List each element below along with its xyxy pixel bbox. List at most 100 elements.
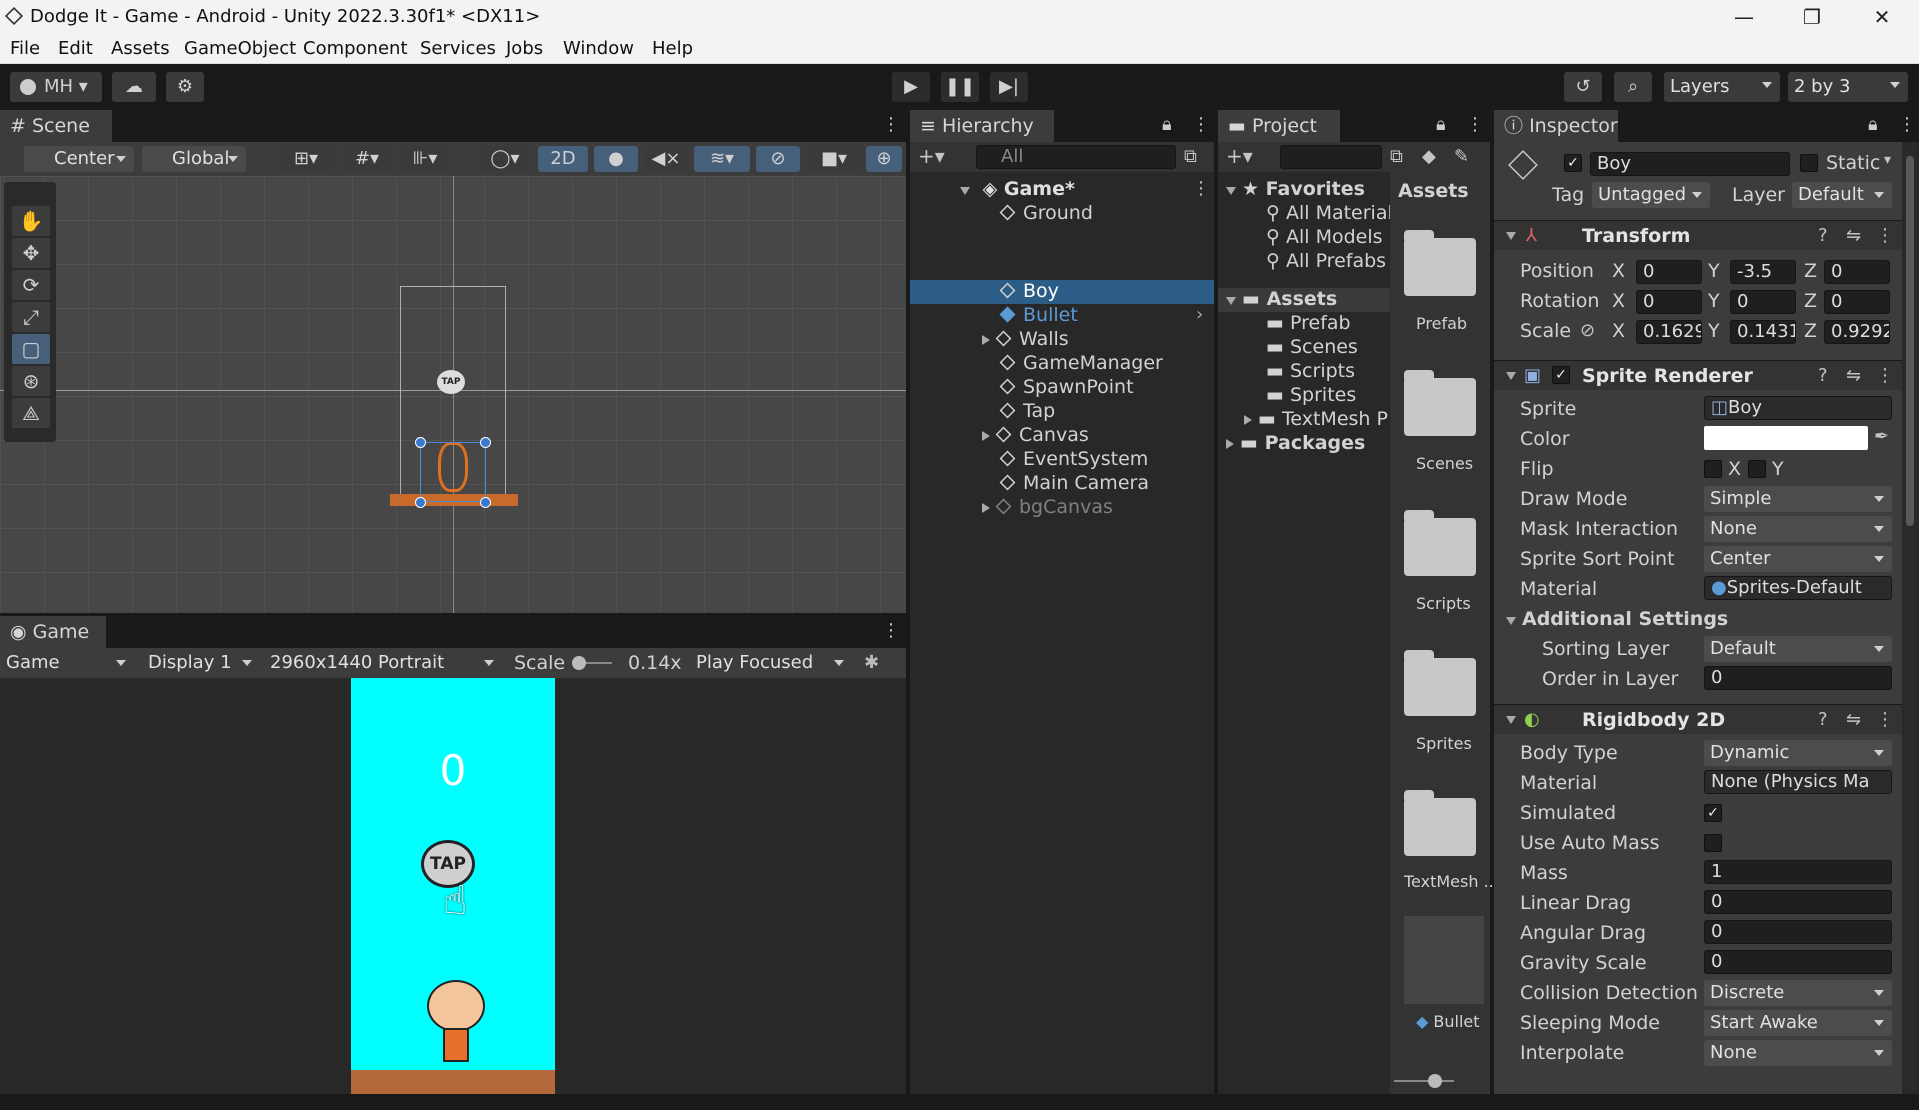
- tab-project[interactable]: ▬ Project: [1218, 110, 1340, 142]
- layer-dropdown[interactable]: Default: [1792, 182, 1892, 208]
- hierarchy-item-gamemanager[interactable]: GameManager: [999, 352, 1163, 374]
- menu-assets[interactable]: Assets: [111, 38, 170, 59]
- sprite-renderer-header[interactable]: ▣ ✓ Sprite Renderer ? ⇋ ⋮: [1494, 360, 1902, 390]
- object-name-field[interactable]: Boy: [1590, 152, 1790, 176]
- transform-header[interactable]: ⅄ Transform ? ⇋ ⋮: [1494, 220, 1902, 250]
- link-icon[interactable]: ⊘: [1580, 320, 1595, 341]
- more-menu-icon[interactable]: ⋮: [882, 620, 900, 641]
- zoom-slider-thumb[interactable]: [1428, 1074, 1442, 1088]
- display-dropdown[interactable]: Display 1: [142, 650, 260, 676]
- rotation-y-field[interactable]: 0: [1730, 290, 1796, 314]
- tab-game[interactable]: ◉ Game: [0, 616, 106, 648]
- folder-icon[interactable]: [1404, 510, 1476, 576]
- grid-button[interactable]: #▾: [342, 146, 392, 172]
- position-x-field[interactable]: 0: [1636, 260, 1702, 284]
- collab-button[interactable]: ⚙: [166, 72, 204, 102]
- sprite-field[interactable]: ◫Boy: [1704, 396, 1892, 420]
- search-button[interactable]: ⌕: [1614, 72, 1652, 102]
- hierarchy-item-bullet[interactable]: Bullet: [999, 304, 1078, 326]
- assets-header[interactable]: ▬ Assets: [1226, 288, 1337, 310]
- more-menu-icon[interactable]: ⋮: [882, 114, 900, 135]
- expand-icon[interactable]: [1506, 716, 1516, 724]
- add-icon[interactable]: +▾: [1226, 144, 1253, 168]
- angular-drag-field[interactable]: 0: [1704, 920, 1892, 944]
- search-options-icon[interactable]: ⧉: [1184, 146, 1197, 167]
- custom-tool-icon[interactable]: ⟁: [12, 398, 50, 428]
- expand-icon[interactable]: [1226, 297, 1236, 305]
- hierarchy-item-spawnpoint[interactable]: SpawnPoint: [999, 376, 1134, 398]
- game-view-dropdown[interactable]: Game: [0, 650, 134, 676]
- menu-help[interactable]: Help: [652, 38, 693, 59]
- sorting-layer-dropdown[interactable]: Default: [1704, 636, 1892, 662]
- snap-button[interactable]: ⊞▾: [278, 146, 334, 172]
- hierarchy-item-boy[interactable]: Boy: [999, 280, 1059, 302]
- rotation-z-field[interactable]: 0: [1824, 290, 1890, 314]
- scene-viewport[interactable]: TAP: [0, 176, 906, 613]
- tag-dropdown[interactable]: Untagged: [1592, 182, 1710, 208]
- increment-button[interactable]: ⊪▾: [400, 146, 450, 172]
- menu-gameobject[interactable]: GameObject: [184, 38, 296, 59]
- asset-folder[interactable]: ▬ Scripts: [1266, 360, 1355, 382]
- folder-icon[interactable]: [1404, 370, 1476, 436]
- menu-component[interactable]: Component: [303, 38, 408, 59]
- asset-folder[interactable]: ▬ Sprites: [1266, 384, 1356, 406]
- menu-services[interactable]: Services: [420, 38, 496, 59]
- rotate-tool-icon[interactable]: ⟳: [12, 270, 50, 300]
- undo-history-button[interactable]: ↺: [1564, 72, 1602, 102]
- zoom-slider[interactable]: [1394, 1074, 1454, 1088]
- static-checkbox[interactable]: [1800, 154, 1818, 172]
- expand-icon[interactable]: [1506, 232, 1516, 240]
- sleeping-mode-dropdown[interactable]: Start Awake: [1704, 1010, 1892, 1036]
- color-swatch[interactable]: [1704, 426, 1868, 450]
- component-menu-icon[interactable]: ⋮: [1876, 709, 1894, 730]
- hierarchy-item-ground[interactable]: Ground: [999, 202, 1093, 224]
- chevron-down-icon[interactable]: ▾: [1884, 152, 1891, 168]
- menu-jobs[interactable]: Jobs: [506, 38, 543, 59]
- maximize-icon[interactable]: ❐: [1782, 0, 1842, 34]
- minimize-icon[interactable]: —: [1714, 0, 1774, 34]
- lock-icon[interactable]: 🔒︎: [1436, 114, 1446, 135]
- rect-handle[interactable]: [480, 437, 491, 448]
- position-z-field[interactable]: 0: [1824, 260, 1890, 284]
- collapsed-icon[interactable]: [982, 503, 990, 513]
- favorite-item[interactable]: ⚲ All Prefabs: [1266, 250, 1386, 272]
- help-icon[interactable]: ?: [1818, 365, 1828, 386]
- component-menu-icon[interactable]: ⋮: [1876, 365, 1894, 386]
- pivot-dropdown[interactable]: Center: [24, 146, 134, 172]
- project-search-input[interactable]: [1280, 145, 1382, 169]
- use-auto-mass-checkbox[interactable]: [1704, 834, 1722, 852]
- bug-icon[interactable]: ✱: [864, 652, 879, 673]
- camera-button[interactable]: ■▾: [806, 146, 862, 172]
- rect-handle[interactable]: [415, 437, 426, 448]
- visibility-button[interactable]: ⊘: [756, 146, 800, 172]
- resolution-dropdown[interactable]: 2960x1440 Portrait: [264, 650, 502, 676]
- toggle-2d-button[interactable]: 2D: [538, 146, 588, 172]
- folder-icon[interactable]: [1404, 790, 1476, 856]
- rect-tool-icon[interactable]: ▢: [12, 334, 50, 364]
- step-button[interactable]: ▶|: [990, 72, 1028, 102]
- collapsed-icon[interactable]: [1226, 439, 1234, 449]
- scale-y-field[interactable]: 0.1431: [1730, 320, 1796, 344]
- preset-icon[interactable]: ⇋: [1846, 225, 1861, 246]
- account-button[interactable]: MH ▾: [10, 72, 102, 102]
- scale-z-field[interactable]: 0.9292: [1824, 320, 1890, 344]
- packages-header[interactable]: ▬ Packages: [1226, 432, 1365, 454]
- audio-button[interactable]: ◀×: [644, 146, 688, 172]
- tab-inspector[interactable]: ⓘ Inspector: [1494, 110, 1618, 142]
- more-menu-icon[interactable]: ⋮: [1898, 114, 1916, 135]
- more-menu-icon[interactable]: ⋮: [1466, 114, 1484, 135]
- tag-icon[interactable]: ✎: [1454, 146, 1469, 167]
- mask-interaction-dropdown[interactable]: None: [1704, 516, 1892, 542]
- layers-dropdown[interactable]: Layers: [1664, 72, 1780, 102]
- tab-hierarchy[interactable]: ≡ Hierarchy: [910, 110, 1054, 142]
- effects-button[interactable]: ≋▾: [694, 146, 750, 172]
- expand-icon[interactable]: [1506, 617, 1516, 625]
- close-icon[interactable]: ✕: [1852, 0, 1912, 34]
- eyedropper-icon[interactable]: ✒: [1874, 426, 1889, 447]
- asset-folder[interactable]: ▬ Scenes: [1266, 336, 1358, 358]
- flip-x-checkbox[interactable]: [1704, 460, 1722, 478]
- physics-material-field[interactable]: None (Physics Ma: [1704, 770, 1892, 794]
- expand-icon[interactable]: [1226, 187, 1236, 195]
- rect-handle[interactable]: [415, 497, 426, 508]
- body-type-dropdown[interactable]: Dynamic: [1704, 740, 1892, 766]
